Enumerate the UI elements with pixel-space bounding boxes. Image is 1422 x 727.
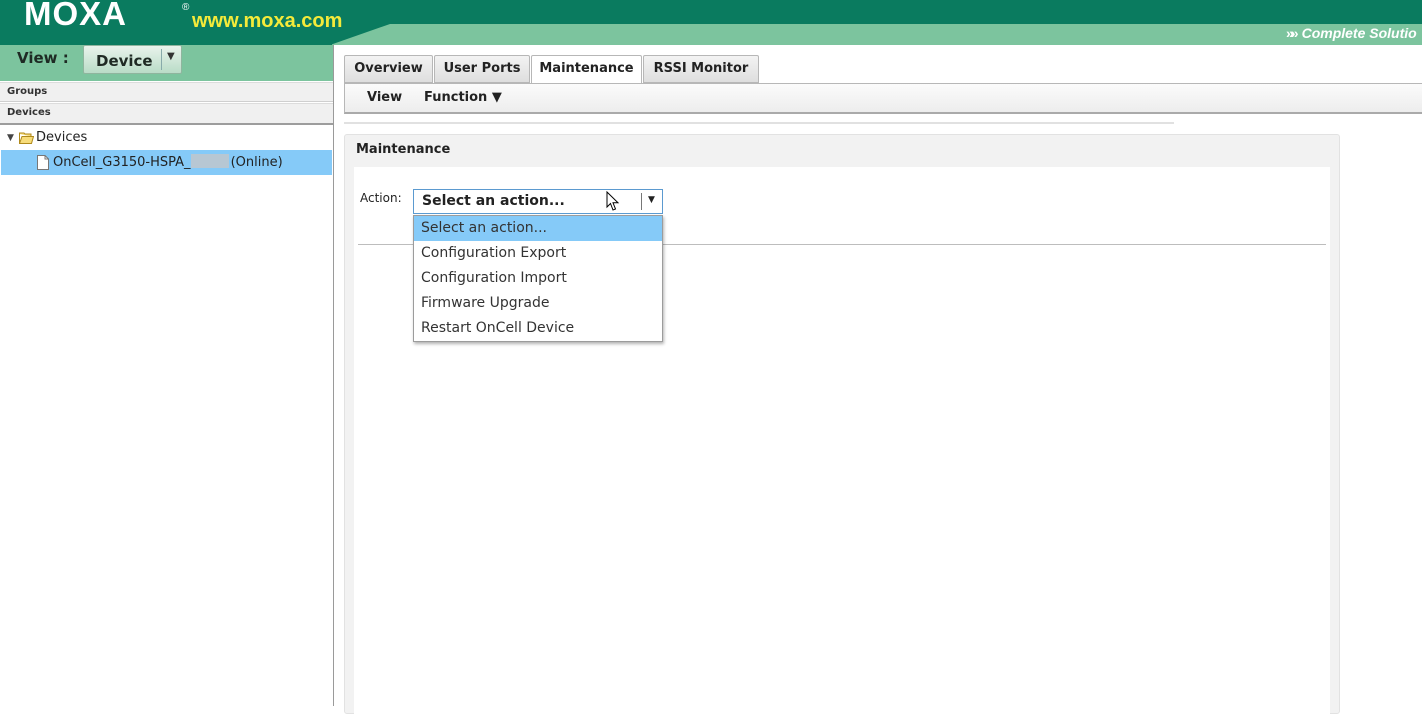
toolbar: View Function ▼ xyxy=(344,83,1422,114)
action-option[interactable]: Restart OnCell Device xyxy=(414,316,662,341)
right-panel: Overview User Ports Maintenance RSSI Mon… xyxy=(334,45,1422,727)
left-panel: View : Device ▼ Groups Devices ▼ Devices… xyxy=(0,45,334,706)
tab-rssi-monitor[interactable]: RSSI Monitor xyxy=(643,55,759,83)
panel-title: Maintenance xyxy=(356,142,451,157)
expand-toggle-icon[interactable]: ▼ xyxy=(7,133,14,143)
maintenance-panel: Maintenance Action: Select an action... … xyxy=(344,134,1340,727)
action-option[interactable]: Select an action... xyxy=(414,216,662,241)
action-label: Action: xyxy=(360,191,402,205)
action-option[interactable]: Configuration Import xyxy=(414,266,662,291)
view-select-value: Device xyxy=(96,52,153,70)
tab-overview[interactable]: Overview xyxy=(344,55,433,83)
double-chevron-icon: »» xyxy=(1286,25,1298,41)
groups-section-header[interactable]: Groups xyxy=(0,82,333,102)
moxa-url: www.moxa.com xyxy=(192,10,343,32)
action-select[interactable]: Select an action... ▼ xyxy=(413,189,663,214)
device-status: (Online) xyxy=(230,155,283,170)
devices-section-header[interactable]: Devices xyxy=(0,103,333,125)
divider xyxy=(344,122,1174,124)
tab-user-ports[interactable]: User Ports xyxy=(434,55,530,83)
slogan-text: Complete Solutio xyxy=(1301,25,1417,41)
device-name: OnCell_G3150-HSPA_ xyxy=(53,155,191,170)
action-option[interactable]: Firmware Upgrade xyxy=(414,291,662,316)
slogan: »» Complete Solutio xyxy=(1286,25,1417,41)
view-menu[interactable]: View xyxy=(367,90,402,105)
chevron-down-icon[interactable]: ▼ xyxy=(167,51,175,62)
mouse-cursor-icon xyxy=(606,191,620,211)
view-label: View : xyxy=(17,49,69,67)
device-label: OnCell_G3150-HSPA_ (Online) xyxy=(53,154,283,170)
action-select-value: Select an action... xyxy=(422,193,565,209)
panel-body: Action: Select an action... ▼ Select an … xyxy=(354,167,1330,727)
view-select[interactable]: Device ▼ xyxy=(83,45,182,74)
redacted-block xyxy=(190,154,229,168)
function-menu[interactable]: Function ▼ xyxy=(424,90,502,105)
file-icon xyxy=(37,155,49,170)
tab-maintenance[interactable]: Maintenance xyxy=(531,55,642,84)
chevron-down-icon[interactable]: ▼ xyxy=(648,195,655,205)
tree-node-label: Devices xyxy=(36,130,88,145)
view-bar: View : Device ▼ xyxy=(0,45,333,81)
moxa-logo: MOXA xyxy=(24,0,127,32)
tree-node-device[interactable]: OnCell_G3150-HSPA_ (Online) xyxy=(1,150,332,175)
folder-icon xyxy=(19,132,34,144)
registered-mark: ® xyxy=(182,2,190,13)
header-banner: MOXA ® www.moxa.com »» Complete Solutio xyxy=(0,0,1422,45)
action-option[interactable]: Configuration Export xyxy=(414,241,662,266)
action-dropdown-list: Select an action... Configuration Export… xyxy=(413,215,663,342)
